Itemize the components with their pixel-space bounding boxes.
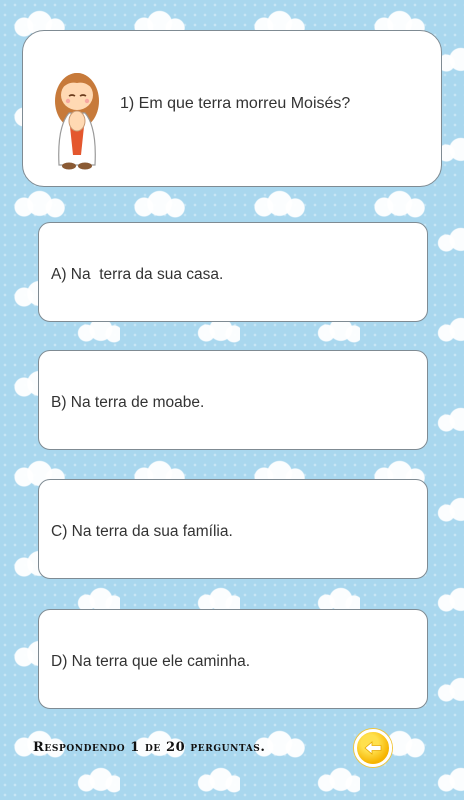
answer-option-b[interactable]: B) Na terra de moabe. (38, 350, 428, 450)
progress-text: Respondendo 1 de 20 perguntas. (33, 740, 266, 755)
answer-option-c[interactable]: C) Na terra da sua família. (38, 479, 428, 579)
answer-option-label: D) Na terra que ele caminha. (51, 653, 251, 670)
answer-option-d[interactable]: D) Na terra que ele caminha. (38, 609, 428, 709)
question-card: 1) Em que terra morreu Moisés? (22, 30, 442, 187)
arrow-left-icon (364, 741, 382, 755)
answer-option-label: C) Na terra da sua família. (51, 523, 233, 540)
back-button[interactable] (354, 729, 392, 767)
answer-option-label: A) Na terra da sua casa. (51, 266, 224, 283)
answer-option-a[interactable]: A) Na terra da sua casa. (38, 222, 428, 322)
praying-child-icon (47, 67, 107, 171)
question-text: 1) Em que terra morreu Moisés? (120, 95, 351, 112)
answer-option-label: B) Na terra de moabe. (51, 394, 205, 411)
